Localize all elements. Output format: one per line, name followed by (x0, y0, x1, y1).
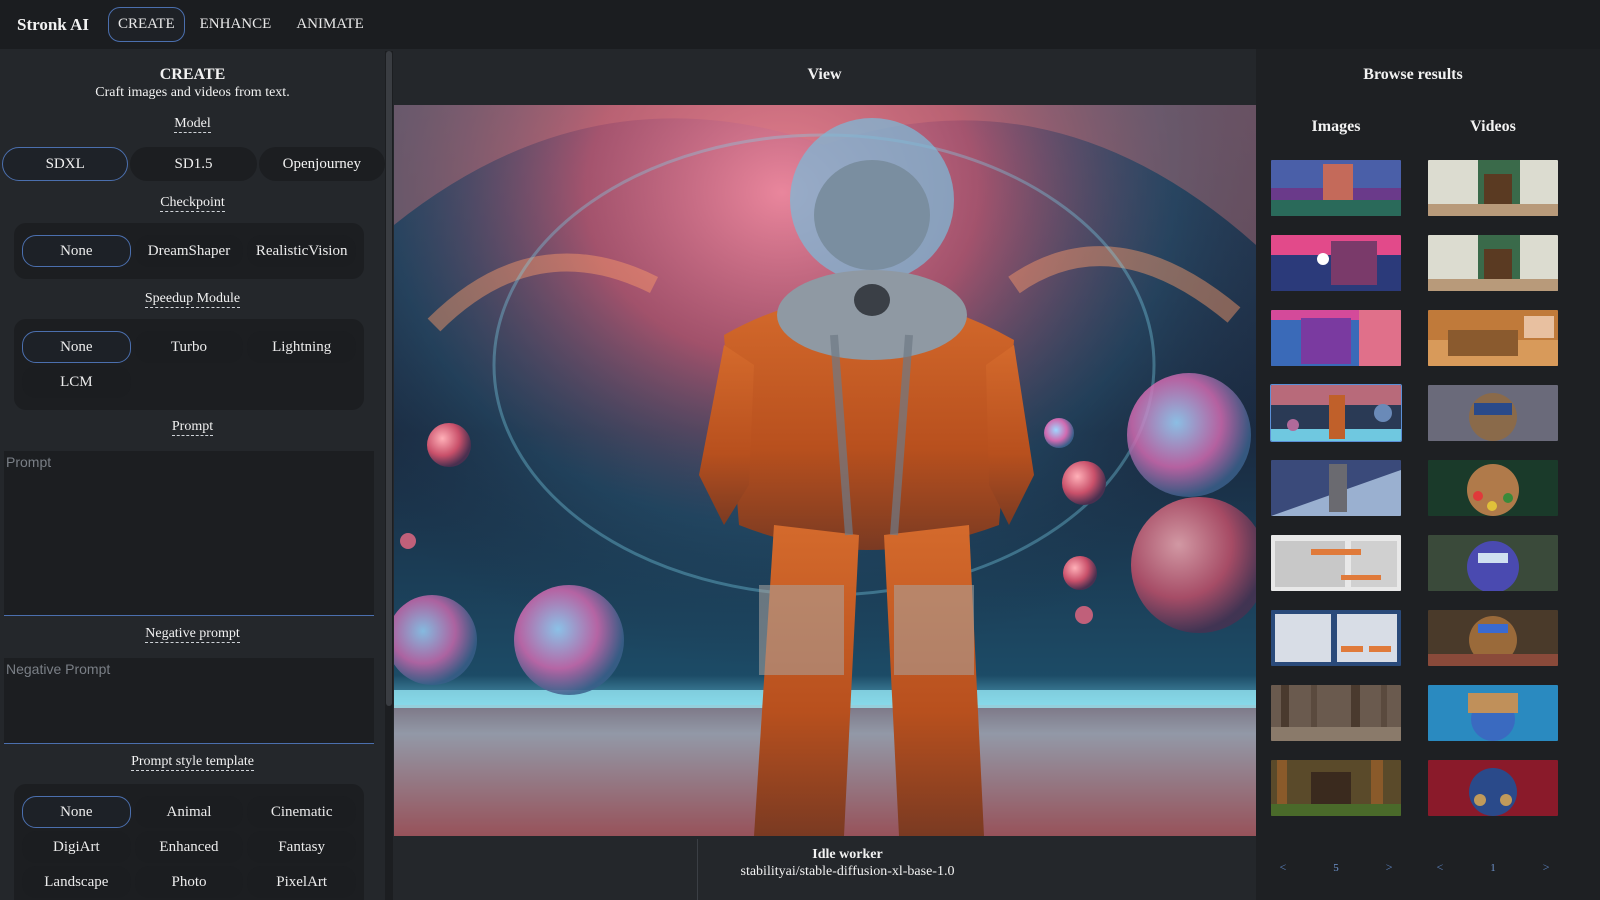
worker-status: Idle worker stabilityai/stable-diffusion… (697, 839, 997, 900)
image-thumbnail[interactable] (1271, 460, 1401, 516)
browse-panel: Browse results Images Videos < 5 > < 1 > (1256, 49, 1600, 900)
images-page-number: 5 (1333, 861, 1339, 874)
images-list (1270, 160, 1402, 835)
style-option-digiart[interactable]: DigiArt (22, 831, 131, 863)
video-thumbnail[interactable] (1428, 685, 1558, 741)
image-thumbnail[interactable] (1271, 535, 1401, 591)
style-option-none[interactable]: None (22, 796, 131, 828)
videos-list (1428, 160, 1558, 835)
image-thumbnail[interactable] (1271, 610, 1401, 666)
speedup-option-lcm[interactable]: LCM (22, 366, 131, 398)
checkpoint-selector: None DreamShaper RealisticVision (14, 223, 364, 279)
style-option-fantasy[interactable]: Fantasy (247, 831, 356, 863)
video-thumbnail[interactable] (1428, 235, 1558, 291)
video-thumbnail[interactable] (1428, 760, 1558, 816)
style-template-selector: None Animal Cinematic DigiArt Enhanced F… (14, 784, 364, 900)
model-selector: SDXL SD1.5 Openjourney (2, 147, 385, 181)
image-thumbnail[interactable] (1271, 760, 1401, 816)
top-bar: Stronk AI CREATE ENHANCE ANIMATE (0, 0, 1600, 49)
videos-column-title: Videos (1470, 118, 1516, 135)
video-thumbnail[interactable] (1428, 610, 1558, 666)
browse-title: Browse results (1363, 66, 1463, 83)
checkpoint-option-dreamshaper[interactable]: DreamShaper (134, 235, 244, 267)
image-thumbnail[interactable] (1271, 235, 1401, 291)
app-title: Stronk AI (17, 14, 89, 34)
view-title: View (807, 66, 842, 83)
prompt-label: Prompt (171, 419, 214, 436)
images-prev-button[interactable]: < (1279, 860, 1286, 875)
video-thumbnail[interactable] (1428, 160, 1558, 216)
style-option-enhanced[interactable]: Enhanced (134, 831, 244, 863)
checkpoint-option-realisticvision[interactable]: RealisticVision (247, 235, 356, 267)
model-path: stabilityai/stable-diffusion-xl-base-1.0 (740, 864, 955, 879)
video-thumbnail[interactable] (1428, 385, 1558, 441)
style-option-cinematic[interactable]: Cinematic (247, 796, 356, 828)
image-thumbnail[interactable] (1271, 310, 1401, 366)
tab-enhance[interactable]: ENHANCE (190, 7, 282, 42)
style-template-label: Prompt style template (131, 754, 254, 771)
left-panel-scrollbar[interactable] (385, 51, 393, 900)
image-thumbnail[interactable] (1271, 685, 1401, 741)
speedup-label: Speedup Module (144, 291, 241, 308)
model-option-openjourney[interactable]: Openjourney (258, 147, 385, 181)
view-panel: View Idle worker stabilityai/stable-diff… (393, 49, 1256, 900)
speedup-selector: None Turbo Lightning LCM (14, 319, 364, 410)
style-option-pixelart[interactable]: PixelArt (247, 866, 356, 898)
tab-animate[interactable]: ANIMATE (286, 7, 374, 42)
images-next-button[interactable]: > (1386, 860, 1393, 875)
style-option-animal[interactable]: Animal (134, 796, 244, 828)
speedup-option-none[interactable]: None (22, 331, 131, 363)
videos-page-number: 1 (1490, 861, 1496, 874)
video-thumbnail[interactable] (1428, 535, 1558, 591)
style-option-photo[interactable]: Photo (134, 866, 244, 898)
status-text: Idle worker (812, 847, 883, 862)
style-option-landscape[interactable]: Landscape (22, 866, 131, 898)
model-option-sd15[interactable]: SD1.5 (130, 147, 257, 181)
negative-prompt-label: Negative prompt (145, 626, 240, 643)
images-column-title: Images (1311, 118, 1361, 135)
panel-title: CREATE (159, 66, 226, 83)
create-panel: CREATE Craft images and videos from text… (0, 49, 393, 900)
speedup-option-turbo[interactable]: Turbo (134, 331, 244, 363)
image-thumbnail[interactable] (1271, 160, 1401, 216)
video-thumbnail[interactable] (1428, 460, 1558, 516)
videos-next-button[interactable]: > (1543, 860, 1550, 875)
scrollbar-thumb[interactable] (386, 51, 392, 706)
panel-subtitle: Craft images and videos from text. (95, 85, 290, 100)
speedup-option-lightning[interactable]: Lightning (247, 331, 356, 363)
generated-image[interactable] (394, 105, 1256, 836)
video-thumbnail[interactable] (1428, 310, 1558, 366)
checkpoint-option-none[interactable]: None (22, 235, 131, 267)
images-pager: < 5 > (1256, 860, 1416, 875)
videos-prev-button[interactable]: < (1436, 860, 1443, 875)
model-option-sdxl[interactable]: SDXL (2, 147, 129, 181)
prompt-input[interactable]: Prompt (4, 451, 374, 616)
model-label: Model (174, 116, 211, 133)
negative-prompt-input[interactable]: Negative Prompt (4, 658, 374, 744)
image-thumbnail-selected[interactable] (1270, 384, 1402, 442)
tab-create[interactable]: CREATE (107, 7, 185, 42)
checkpoint-label: Checkpoint (160, 195, 225, 212)
videos-pager: < 1 > (1413, 860, 1573, 875)
